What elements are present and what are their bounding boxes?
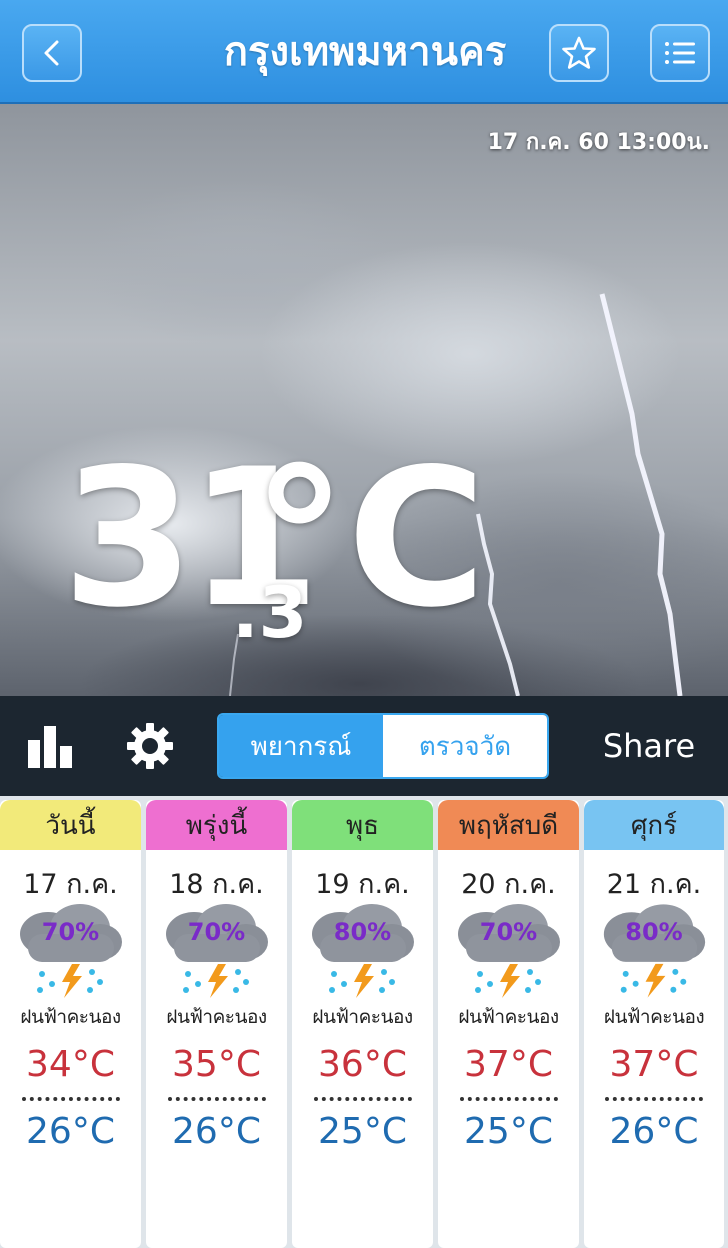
forecast-day-tab: พุธ	[292, 800, 433, 850]
forecast-date: 21 ก.ค.	[606, 869, 702, 900]
observation-datetime: 17 ก.ค. 60 13:00น.	[487, 130, 710, 155]
condition-label: ฝนฟ้าคะนอง	[312, 1006, 413, 1028]
low-temperature: 26°C	[172, 1111, 261, 1152]
weather-hero-image: 17 ก.ค. 60 13:00น. 31 .3 °C	[0, 104, 728, 696]
rain-chance: 70%	[187, 918, 246, 946]
forecast-card[interactable]: วันนี้ 17 ก.ค. 70% ฝนฟ้าคะนอง 34°C 26°C	[0, 800, 141, 1248]
thunderstorm-icon: 80%	[292, 904, 433, 1000]
forecast-day-tab: พรุ่งนี้	[146, 800, 287, 850]
temperature-divider	[313, 1097, 412, 1101]
thunderstorm-icon: 70%	[146, 904, 287, 1000]
temperature-divider	[21, 1097, 120, 1101]
condition-label: ฝนฟ้าคะนอง	[458, 1006, 559, 1028]
temperature-divider	[459, 1097, 558, 1101]
rain-chance: 80%	[333, 918, 392, 946]
thunderstorm-icon: 70%	[438, 904, 579, 1000]
menu-button[interactable]	[650, 24, 710, 82]
low-temperature: 26°C	[609, 1111, 699, 1152]
chevron-left-icon	[44, 40, 59, 66]
bar-chart-icon[interactable]	[26, 724, 74, 768]
forecast-strip: วันนี้ 17 ก.ค. 70% ฝนฟ้าคะนอง 34°C 26°C …	[0, 796, 728, 1248]
gear-icon[interactable]	[126, 722, 174, 770]
forecast-day-tab: ศุกร์	[584, 800, 724, 850]
low-temperature: 26°C	[26, 1111, 115, 1152]
page-title: กรุงเทพมหานคร	[223, 29, 507, 75]
star-icon	[562, 36, 596, 69]
high-temperature: 37°C	[464, 1044, 553, 1085]
thunderstorm-icon: 80%	[584, 904, 724, 1000]
thunderstorm-icon: 70%	[0, 904, 141, 1000]
forecast-date: 17 ก.ค.	[23, 869, 118, 900]
back-button[interactable]	[22, 24, 82, 82]
high-temperature: 37°C	[609, 1044, 699, 1085]
high-temperature: 34°C	[26, 1044, 115, 1085]
forecast-date: 19 ก.ค.	[315, 869, 410, 900]
rain-chance: 70%	[41, 918, 100, 946]
list-icon	[665, 42, 695, 64]
low-temperature: 25°C	[318, 1111, 407, 1152]
high-temperature: 35°C	[172, 1044, 261, 1085]
condition-label: ฝนฟ้าคะนอง	[603, 1006, 705, 1028]
tab-observed[interactable]: ตรวจวัด	[383, 715, 547, 777]
forecast-card[interactable]: ศุกร์ 21 ก.ค. 80% ฝนฟ้าคะนอง 37°C 26°C	[584, 800, 724, 1248]
share-button[interactable]: Share	[590, 720, 708, 772]
forecast-day-tab: พฤหัสบดี	[438, 800, 579, 850]
forecast-card[interactable]: พฤหัสบดี 20 ก.ค. 70% ฝนฟ้าคะนอง 37°C 25°…	[438, 800, 579, 1248]
forecast-date: 20 ก.ค.	[461, 869, 556, 900]
rain-chance: 70%	[479, 918, 538, 946]
forecast-card[interactable]: พรุ่งนี้ 18 ก.ค. 70% ฝนฟ้าคะนอง 35°C 26°…	[146, 800, 287, 1248]
forecast-day-tab: วันนี้	[0, 800, 141, 850]
view-segmented-control: พยากรณ์ ตรวจวัด	[217, 713, 549, 779]
app-header: กรุงเทพมหานคร	[0, 0, 728, 104]
temperature-divider	[605, 1097, 703, 1101]
forecast-card[interactable]: พุธ 19 ก.ค. 80% ฝนฟ้าคะนอง 36°C 25°C	[292, 800, 433, 1248]
low-temperature: 25°C	[464, 1111, 553, 1152]
forecast-date: 18 ก.ค.	[169, 869, 264, 900]
high-temperature: 36°C	[318, 1044, 407, 1085]
condition-label: ฝนฟ้าคะนอง	[20, 1006, 121, 1028]
condition-label: ฝนฟ้าคะนอง	[166, 1006, 267, 1028]
favorite-button[interactable]	[549, 24, 609, 82]
temperature-divider	[167, 1097, 266, 1101]
tab-forecast[interactable]: พยากรณ์	[219, 715, 383, 777]
rain-chance: 80%	[625, 918, 683, 946]
temperature-unit: °C	[252, 428, 487, 649]
